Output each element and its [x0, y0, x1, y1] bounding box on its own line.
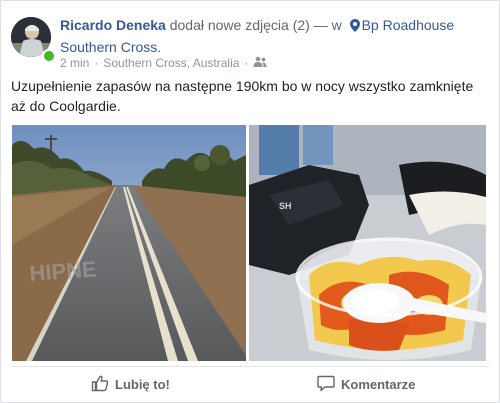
post-text: Uzupełnienie zapasów na następne 190km b…: [11, 78, 474, 114]
comment-label: Komentarze: [341, 376, 416, 392]
like-button[interactable]: Lubię to!: [91, 372, 170, 396]
comment-button[interactable]: Komentarze: [317, 372, 415, 396]
post-meta: 2 min · Southern Cross, Australia ·: [60, 55, 267, 71]
thumbs-up-icon: [91, 374, 109, 395]
place-name-line2: Southern Cross.: [60, 39, 162, 55]
post-photo-dessert[interactable]: SH: [249, 125, 486, 361]
friends-icon[interactable]: [253, 55, 267, 71]
post-action-text: dodał nowe zdjęcia (2) — w: [169, 17, 342, 33]
post-photo-road[interactable]: HIPNE: [12, 125, 246, 361]
author-name[interactable]: Ricardo Deneka: [60, 17, 166, 33]
online-status-dot: [42, 49, 56, 63]
post-headline: Ricardo Deneka dodał nowe zdjęcia (2) — …: [60, 15, 490, 57]
speech-bubble-icon: [317, 374, 335, 395]
like-label: Lubię to!: [115, 376, 170, 392]
post-location[interactable]: Southern Cross, Australia: [103, 55, 239, 71]
post-card: Ricardo Deneka dodał nowe zdjęcia (2) — …: [0, 0, 500, 403]
place-name-line1: Bp Roadhouse: [361, 17, 455, 33]
post-timestamp[interactable]: 2 min: [60, 55, 89, 71]
post-header: Ricardo Deneka dodał nowe zdjęcia (2) — …: [11, 13, 491, 73]
meta-separator: ·: [94, 56, 99, 70]
svg-text:HIPNE: HIPNE: [29, 256, 98, 286]
meta-separator: ·: [244, 56, 249, 70]
post-action-bar: Lubię to! Komentarze: [11, 366, 489, 399]
location-pin-icon: [349, 17, 360, 37]
svg-text:SH: SH: [279, 201, 292, 211]
